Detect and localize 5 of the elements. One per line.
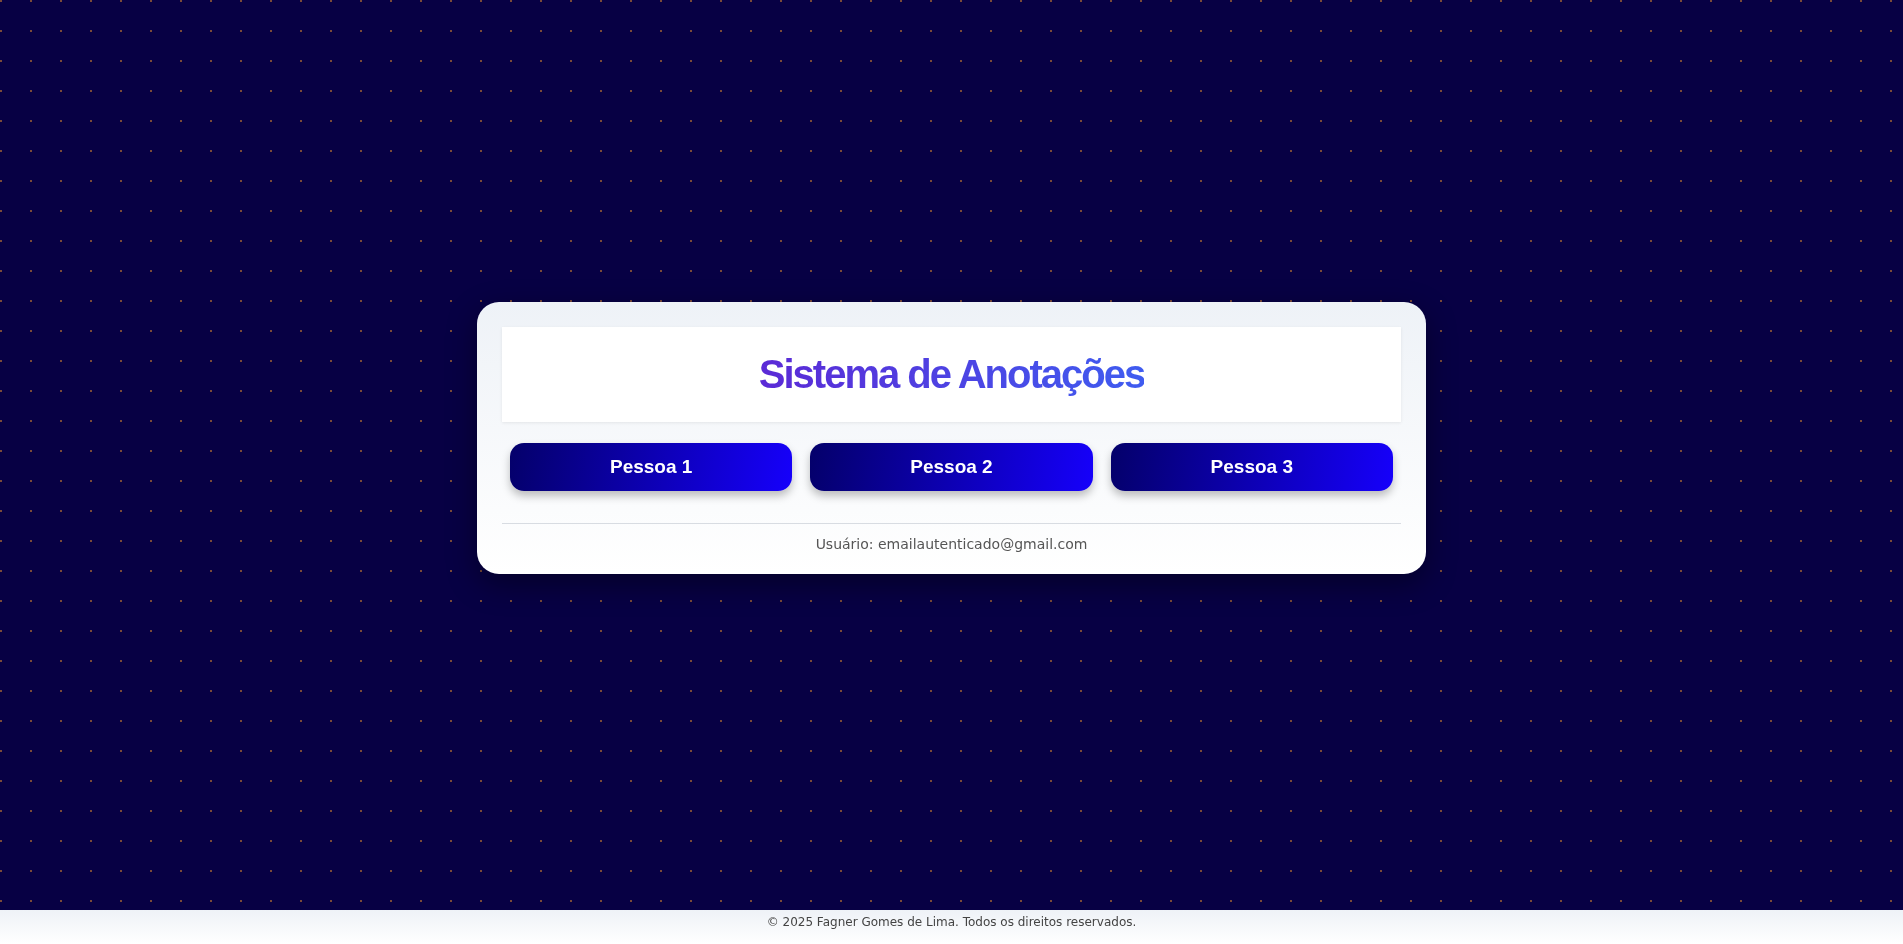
user-email-text: Usuário: emailautenticado@gmail.com <box>814 536 1089 552</box>
person-button[interactable]: Pessoa 3 <box>1110 443 1393 491</box>
person-button[interactable]: Pessoa 1 <box>510 443 793 491</box>
person-button[interactable]: Pessoa 2 <box>810 443 1093 491</box>
copyright-text: © 2025 Fagner Gomes de Lima. Todos os direitos reservados. <box>766 915 1137 931</box>
